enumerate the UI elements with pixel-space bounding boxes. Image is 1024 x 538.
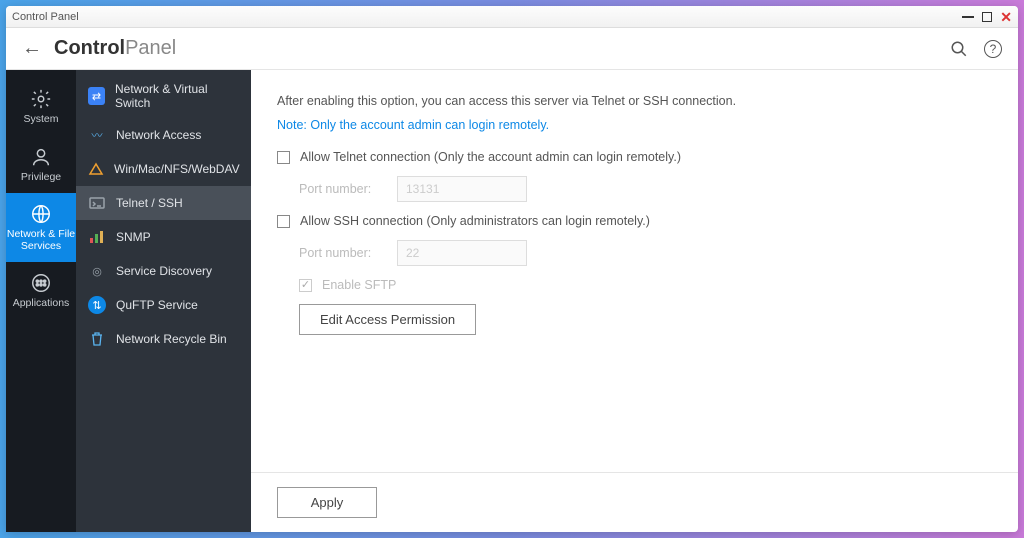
app-title: ControlPanel (54, 37, 176, 60)
subnav-item-network-access[interactable]: 〰 Network Access (76, 118, 251, 152)
subnav-label: Telnet / SSH (116, 196, 183, 210)
subnav-item-quftp[interactable]: ⇅ QuFTP Service (76, 288, 251, 322)
sftp-checkbox[interactable] (299, 279, 312, 292)
rail-item-applications[interactable]: Applications (6, 262, 76, 320)
titlebar[interactable]: Control Panel ✕ (6, 6, 1018, 28)
bars-icon (88, 228, 106, 246)
rail-label: Applications (13, 298, 70, 310)
app-header: ← ControlPanel ? (6, 28, 1018, 70)
close-icon[interactable]: ✕ (1000, 10, 1012, 24)
app-title-light: Panel (125, 37, 176, 59)
search-icon[interactable] (950, 40, 968, 58)
subnav: ⇄ Network & Virtual Switch 〰 Network Acc… (76, 70, 251, 532)
edit-access-button[interactable]: Edit Access Permission (299, 304, 476, 335)
telnet-port-row: Port number: (299, 176, 992, 202)
app-body: System Privilege Network & File Services… (6, 70, 1018, 532)
subnav-item-nvs[interactable]: ⇄ Network & Virtual Switch (76, 74, 251, 118)
content-scroll[interactable]: After enabling this option, you can acce… (251, 70, 1018, 472)
telnet-checkbox[interactable] (277, 151, 290, 164)
rail-item-network[interactable]: Network & File Services (6, 193, 76, 262)
content-footer: Apply (251, 472, 1018, 532)
rail-item-privilege[interactable]: Privilege (6, 136, 76, 194)
ssh-label: Allow SSH connection (Only administrator… (300, 214, 650, 228)
user-icon (30, 146, 52, 168)
ssh-port-label: Port number: (299, 246, 387, 260)
switch-icon: ⇄ (88, 87, 105, 105)
sftp-row: Enable SFTP (299, 278, 992, 292)
back-icon[interactable]: ← (22, 37, 42, 60)
apps-icon (30, 272, 52, 294)
subnav-label: QuFTP Service (116, 298, 198, 312)
terminal-icon (88, 194, 106, 212)
ftp-icon: ⇅ (88, 296, 106, 314)
rail-label: Network & File Services (6, 229, 76, 252)
content-pane: After enabling this option, you can acce… (251, 70, 1018, 532)
window-controls: ✕ (962, 10, 1012, 24)
subnav-item-recycle-bin[interactable]: Network Recycle Bin (76, 322, 251, 356)
subnav-item-service-discovery[interactable]: ◎ Service Discovery (76, 254, 251, 288)
telnet-port-label: Port number: (299, 182, 387, 196)
radar-icon: ◎ (88, 262, 106, 280)
category-rail: System Privilege Network & File Services… (6, 70, 76, 532)
header-actions: ? (950, 40, 1002, 58)
apply-button[interactable]: Apply (277, 487, 377, 518)
note-text: Note: Only the account admin can login r… (277, 118, 992, 132)
globe-icon (30, 203, 52, 225)
ssh-port-input[interactable] (397, 240, 527, 266)
subnav-label: Service Discovery (116, 264, 212, 278)
trash-icon (88, 330, 106, 348)
edit-access-row: Edit Access Permission (299, 304, 992, 335)
app-window: Control Panel ✕ ← ControlPanel ? System … (6, 6, 1018, 532)
ssh-checkbox[interactable] (277, 215, 290, 228)
telnet-row: Allow Telnet connection (Only the accoun… (277, 150, 992, 164)
subnav-item-winmac[interactable]: Win/Mac/NFS/WebDAV (76, 152, 251, 186)
subnav-label: Win/Mac/NFS/WebDAV (114, 162, 240, 176)
rail-item-system[interactable]: System (6, 78, 76, 136)
subnav-label: Network & Virtual Switch (115, 82, 239, 110)
rail-label: System (23, 114, 58, 126)
triangle-icon (88, 160, 104, 178)
minimize-icon[interactable] (962, 16, 974, 18)
telnet-label: Allow Telnet connection (Only the accoun… (300, 150, 681, 164)
app-title-bold: Control (54, 37, 125, 59)
window-title: Control Panel (12, 11, 962, 23)
ssh-port-row: Port number: (299, 240, 992, 266)
gear-icon (30, 88, 52, 110)
subnav-label: SNMP (116, 230, 151, 244)
description-text: After enabling this option, you can acce… (277, 94, 992, 108)
subnav-label: Network Recycle Bin (116, 332, 227, 346)
help-icon[interactable]: ? (984, 40, 1002, 58)
subnav-item-snmp[interactable]: SNMP (76, 220, 251, 254)
telnet-port-input[interactable] (397, 176, 527, 202)
ssh-row: Allow SSH connection (Only administrator… (277, 214, 992, 228)
subnav-label: Network Access (116, 128, 201, 142)
maximize-icon[interactable] (982, 12, 992, 22)
rail-label: Privilege (21, 172, 61, 184)
pulse-icon: 〰 (88, 126, 106, 144)
subnav-item-telnet-ssh[interactable]: Telnet / SSH (76, 186, 251, 220)
sftp-label: Enable SFTP (322, 278, 396, 292)
